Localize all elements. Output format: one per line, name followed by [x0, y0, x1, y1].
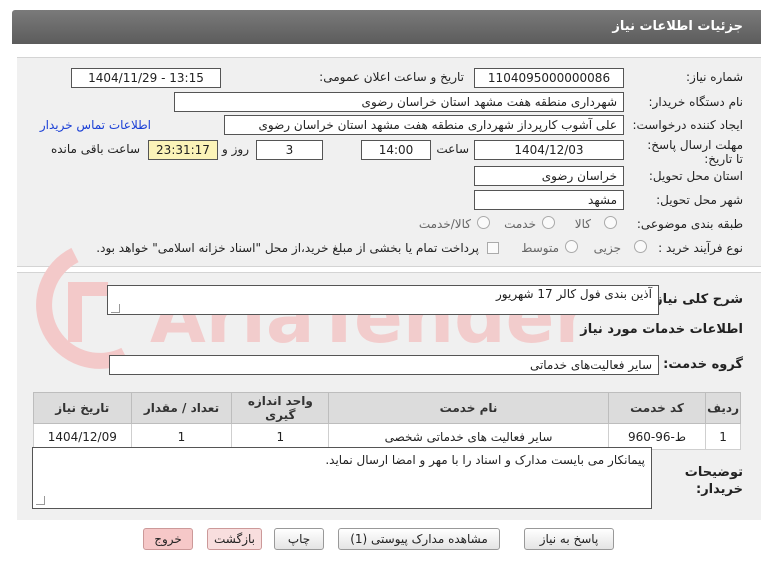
- category-service-label: خدمت: [504, 217, 536, 231]
- services-section-title: اطلاعات خدمات مورد نیاز: [580, 322, 743, 337]
- cell-row: 1: [705, 423, 741, 450]
- radio-circle[interactable]: [477, 216, 490, 229]
- cell-name: سایر فعالیت های خدماتی شخصی: [328, 423, 609, 450]
- treasury-checkbox[interactable]: [487, 240, 499, 254]
- process-small-radio[interactable]: [634, 239, 647, 253]
- days-label: روز و: [222, 142, 249, 156]
- days-field: 3: [256, 140, 323, 160]
- service-group-field: سایر فعالیت‌های خدماتی: [109, 355, 659, 375]
- checkbox-square[interactable]: [487, 241, 499, 254]
- category-service-radio[interactable]: [542, 215, 555, 229]
- table-header-row: ردیف کد خدمت نام خدمت واحد اندازه گیری ت…: [33, 392, 741, 424]
- view-attachments-button[interactable]: مشاهده مدارک پیوستی (1): [338, 528, 500, 550]
- announce-date-field: 1404/11/29 - 13:15: [71, 68, 221, 88]
- deadline-date-field: 1404/12/03: [474, 140, 624, 160]
- contact-buyer-link[interactable]: اطلاعات تماس خریدار: [40, 118, 151, 132]
- resize-handle[interactable]: [36, 496, 45, 505]
- reply-button[interactable]: پاسخ به نیاز: [524, 528, 614, 550]
- exit-button[interactable]: خروج: [143, 528, 193, 550]
- buyer-notes-field: پیمانکار می بایست مدارک و اسناد را با مه…: [32, 447, 652, 509]
- services-table: ردیف کد خدمت نام خدمت واحد اندازه گیری ت…: [33, 392, 741, 450]
- remaining-time-field: 23:31:17: [148, 140, 218, 160]
- page-title: جزئیات اطلاعات نیاز: [12, 10, 761, 44]
- city-label: شهر محل تحویل:: [656, 193, 743, 207]
- col-row: ردیف: [705, 392, 741, 424]
- announce-date-label: تاریخ و ساعت اعلان عمومی:: [319, 70, 464, 84]
- province-field: خراسان رضوی: [474, 166, 624, 186]
- province-label: استان محل تحویل:: [648, 169, 743, 183]
- process-small-label: جزیی: [593, 241, 621, 255]
- col-code: کد خدمت: [607, 392, 707, 424]
- need-number-field: 1104095000000086: [474, 68, 624, 88]
- buyer-org-label: نام دستگاه خریدار:: [648, 95, 744, 109]
- radio-circle[interactable]: [565, 240, 578, 253]
- service-group-label: گروه خدمت:: [663, 357, 743, 372]
- cell-unit: 1: [231, 423, 330, 450]
- table-row: 1 ط-96-960 سایر فعالیت های خدماتی شخصی 1…: [33, 423, 741, 450]
- back-button[interactable]: بازگشت: [207, 528, 262, 550]
- remaining-time-label: ساعت باقی مانده: [50, 142, 140, 156]
- category-goods-label: کالا: [574, 217, 591, 231]
- buyer-notes-label: توضیحات خریدار:: [684, 465, 743, 497]
- description-label: شرح کلی نیاز:: [649, 292, 743, 307]
- description-field: آذین بندی فول کالر 17 شهریور: [107, 285, 659, 315]
- category-goods-service-radio[interactable]: [477, 215, 490, 229]
- cell-code: ط-96-960: [607, 423, 707, 450]
- col-unit: واحد اندازه گیری: [231, 392, 330, 424]
- need-number-label: شماره نیاز:: [686, 70, 743, 84]
- deadline-time-label: ساعت: [436, 142, 469, 156]
- resize-handle[interactable]: [111, 304, 120, 313]
- print-button[interactable]: چاپ: [274, 528, 324, 550]
- creator-field: علی آشوب کارپرداز شهرداری منطقه هفت مشهد…: [224, 115, 624, 135]
- process-medium-radio[interactable]: [565, 239, 578, 253]
- radio-circle[interactable]: [604, 216, 617, 229]
- process-label: نوع فرآیند خرید :: [658, 241, 743, 255]
- buyer-org-field: شهرداری منطقه هفت مشهد استان خراسان رضوی: [174, 92, 624, 112]
- cell-qty: 1: [130, 423, 233, 450]
- radio-circle[interactable]: [634, 240, 647, 253]
- radio-circle[interactable]: [542, 216, 555, 229]
- creator-label: ایجاد کننده درخواست:: [632, 118, 743, 132]
- category-label: طبقه بندی موضوعی:: [636, 217, 743, 231]
- col-qty: تعداد / مقدار: [130, 392, 233, 424]
- deadline-time-field: 14:00: [361, 140, 431, 160]
- col-date: تاریخ نیاز: [33, 392, 132, 424]
- col-name: نام خدمت: [328, 392, 609, 424]
- category-goods-service-label: کالا/خدمت: [418, 217, 471, 231]
- process-medium-label: متوسط: [521, 241, 559, 255]
- deadline-label: مهلت ارسال پاسخ: تا تاریخ:: [647, 138, 743, 166]
- cell-date: 1404/12/09: [33, 423, 132, 450]
- city-field: مشهد: [474, 190, 624, 210]
- category-goods-radio[interactable]: [604, 215, 617, 229]
- payment-note: پرداخت تمام یا بخشی از مبلغ خرید،از محل …: [96, 241, 479, 255]
